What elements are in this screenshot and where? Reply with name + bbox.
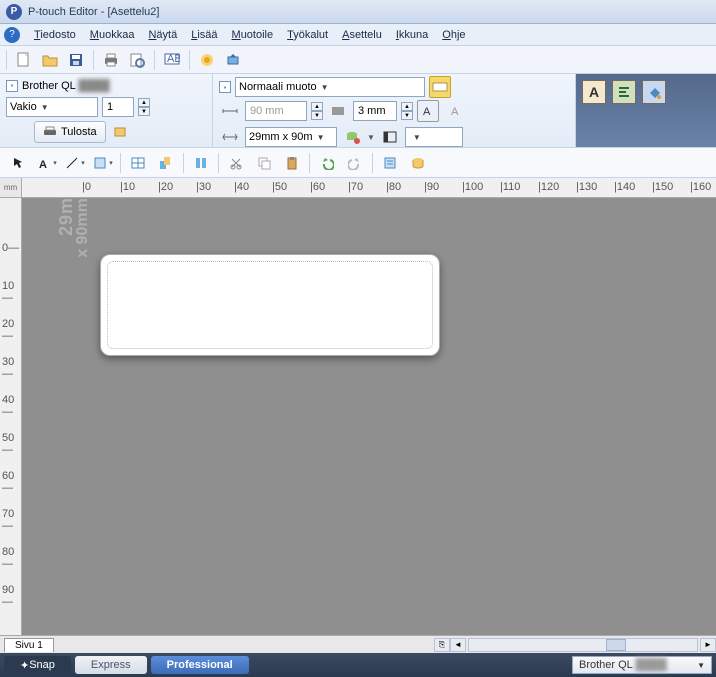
canvas[interactable]: 29mm x 90mm [22, 198, 716, 635]
pointer-tool[interactable] [6, 151, 32, 175]
style-panel: A [576, 74, 716, 147]
redo-button[interactable] [342, 151, 368, 175]
work-area: 0— 10— 20— 30— 40— 50— 60— 70— 80— 90— 2… [0, 198, 716, 635]
panel-collapse-icon[interactable]: ▪ [6, 80, 18, 92]
svg-text:A: A [423, 106, 431, 118]
text-tool[interactable]: A [34, 151, 60, 175]
properties-button[interactable] [377, 151, 403, 175]
horizontal-scrollbar[interactable] [468, 638, 698, 652]
paste-button[interactable] [279, 151, 305, 175]
svg-text:ABC: ABC [167, 53, 180, 65]
menu-layout[interactable]: Asettelu [336, 27, 388, 43]
printer-name: Brother QL ████ [22, 80, 110, 92]
open-button[interactable] [39, 49, 61, 71]
svg-text:A: A [451, 106, 459, 118]
menu-insert[interactable]: Lisää [185, 27, 223, 43]
orientation-landscape-button[interactable] [429, 76, 451, 98]
menu-file[interactable]: Tiedosto [28, 27, 82, 43]
help-icon[interactable]: ? [4, 27, 20, 43]
vertical-ruler[interactable]: 0— 10— 20— 30— 40— 50— 60— 70— 80— 90— [0, 198, 22, 635]
app-icon: P [6, 4, 22, 20]
save-button[interactable] [65, 49, 87, 71]
shape-tool[interactable] [90, 151, 116, 175]
label-margin-guide [107, 261, 433, 349]
print-action-button[interactable]: Tulosta [34, 121, 106, 143]
scroll-left-button[interactable]: ◄ [450, 638, 466, 652]
page-tab-bar: Sivu 1 ⎘ ◄ ► [0, 635, 716, 653]
align-style-button[interactable] [612, 80, 636, 104]
svg-text:A: A [39, 159, 47, 170]
file-toolbar: ABC [0, 46, 716, 74]
text-direction-vert-button[interactable]: A [443, 100, 465, 122]
label-dim-width: x 90mm [74, 198, 92, 278]
title-bar: P P-touch Editor - [Asettelu2] [0, 0, 716, 24]
layout-style-combo[interactable]: Normaali muoto▼ [235, 77, 425, 97]
cut-button[interactable] [223, 151, 249, 175]
mode-professional-button[interactable]: Professional [151, 656, 249, 674]
print-button[interactable] [100, 49, 122, 71]
nav-split-icon[interactable]: ⎘ [434, 638, 450, 652]
mode-express-button[interactable]: Express [75, 656, 147, 674]
printer-panel: ▪ Brother QL ████ Vakio▼ 1 ▲▼ Tulosta [0, 74, 213, 147]
arrange-tool[interactable] [153, 151, 179, 175]
menu-window[interactable]: Ikkuna [390, 27, 434, 43]
media-combo[interactable]: Vakio▼ [6, 97, 98, 117]
undo-button[interactable] [314, 151, 340, 175]
ruler-row: mm |0 |10 |20 |30 |40 |50 |60 |70 |80 |9… [0, 178, 716, 198]
copies-spinner[interactable]: ▲▼ [138, 98, 150, 116]
menu-edit[interactable]: Muokkaa [84, 27, 141, 43]
font-style-button[interactable]: A [582, 80, 606, 104]
border-combo[interactable]: ▼ [405, 127, 463, 147]
scroll-right-button[interactable]: ► [700, 638, 716, 652]
width-spinner[interactable]: ▲▼ [311, 102, 323, 120]
ruler-unit: mm [0, 178, 22, 197]
table-tool[interactable] [125, 151, 151, 175]
print-options-button[interactable] [110, 121, 130, 143]
transfer-button[interactable] [222, 49, 244, 71]
mode-snap-button[interactable]: ✦ Snap [4, 656, 71, 674]
preview-button[interactable] [126, 49, 148, 71]
margin-spinner[interactable]: ▲▼ [401, 102, 413, 120]
line-tool[interactable] [62, 151, 88, 175]
menu-tools[interactable]: Työkalut [281, 27, 334, 43]
window-title: P-touch Editor - [Asettelu2] [28, 6, 159, 18]
width-input[interactable]: 90 mm [245, 101, 307, 121]
page-tab-1[interactable]: Sivu 1 [4, 638, 54, 652]
label-size-combo[interactable]: 29mm x 90m▼ [245, 127, 337, 147]
wizard-button[interactable] [196, 49, 218, 71]
barcode-button[interactable]: ABC [161, 49, 183, 71]
menu-view[interactable]: Näytä [142, 27, 183, 43]
property-panels: ▪ Brother QL ████ Vakio▼ 1 ▲▼ Tulosta ▪ … [0, 74, 716, 148]
copies-input[interactable]: 1 [102, 97, 134, 117]
feed-icon [327, 100, 349, 122]
new-button[interactable] [13, 49, 35, 71]
label-object[interactable] [100, 254, 440, 356]
mode-bar: ✦ Snap Express Professional Brother QL █… [0, 653, 716, 677]
tool-strip: A [0, 148, 716, 178]
width-icon [219, 100, 241, 122]
panel-collapse-icon[interactable]: ▪ [219, 81, 231, 93]
database-button[interactable] [405, 151, 431, 175]
copy-button[interactable] [251, 151, 277, 175]
margin-input[interactable]: 3 mm [353, 101, 397, 121]
align-tool[interactable] [188, 151, 214, 175]
fill-style-button[interactable] [642, 80, 666, 104]
horizontal-ruler[interactable]: |0 |10 |20 |30 |40 |50 |60 |70 |80 |90 |… [22, 178, 716, 197]
menu-help[interactable]: Ohje [436, 27, 471, 43]
border-button[interactable] [379, 126, 401, 148]
status-printer-combo[interactable]: Brother QL ████ ▼ [572, 656, 712, 674]
length-icon [219, 126, 241, 148]
printer-icon [43, 126, 57, 138]
db-link-button[interactable] [341, 126, 363, 148]
paper-panel: ▪ Normaali muoto▼ 90 mm ▲▼ 3 mm ▲▼ A A 2… [213, 74, 576, 147]
menu-bar: ? Tiedosto Muokkaa Näytä Lisää Muotoile … [0, 24, 716, 46]
text-direction-button[interactable]: A [417, 100, 439, 122]
menu-format[interactable]: Muotoile [226, 27, 280, 43]
